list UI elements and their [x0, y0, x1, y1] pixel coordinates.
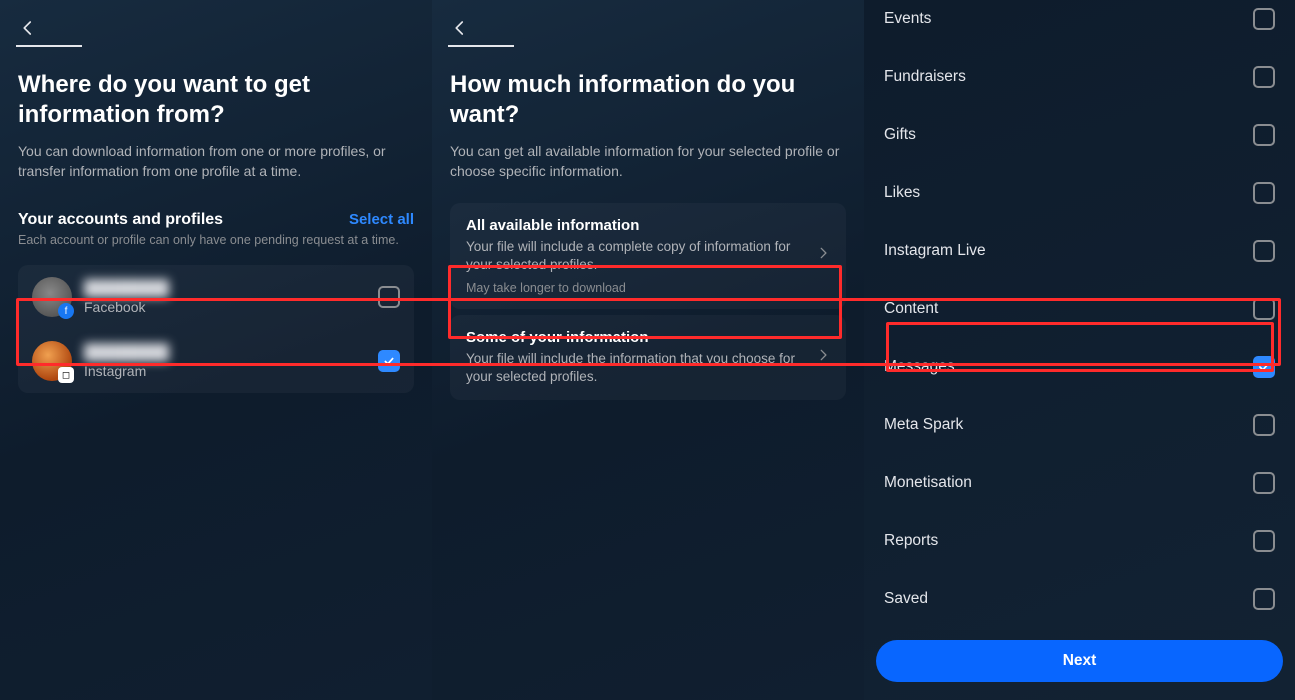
category-checkbox[interactable]: [1253, 298, 1275, 320]
category-row[interactable]: Events: [864, 0, 1295, 48]
category-label: Saved: [884, 590, 928, 608]
category-row[interactable]: Gifts: [864, 106, 1295, 164]
account-row-instagram[interactable]: ◻ ████████ Instagram: [18, 329, 414, 393]
category-checkbox[interactable]: [1253, 182, 1275, 204]
section-title: Your accounts and profiles: [18, 211, 223, 229]
accounts-card: f ████████ Facebook ◻ ████████ Instagram: [18, 265, 414, 393]
category-list: Events Fundraisers Gifts Likes Instagram Liv…: [864, 0, 1295, 686]
category-checkbox[interactable]: [1253, 472, 1275, 494]
category-checkbox[interactable]: [1253, 356, 1275, 378]
chevron-left-icon: [451, 19, 469, 37]
category-label: Meta Spark: [884, 416, 963, 434]
chevron-left-icon: [19, 19, 37, 37]
category-checkbox[interactable]: [1253, 66, 1275, 88]
category-label: Fundraisers: [884, 68, 966, 86]
option-note: May take longer to download: [466, 281, 804, 295]
account-row-facebook[interactable]: f ████████ Facebook: [18, 265, 414, 329]
section-sub: Each account or profile can only have on…: [18, 233, 414, 247]
account-name: ████████: [84, 280, 366, 297]
avatar: ◻: [32, 341, 72, 381]
category-row[interactable]: Meta Spark: [864, 396, 1295, 454]
progress-indicator: [448, 45, 514, 47]
category-row[interactable]: Reports: [864, 512, 1295, 570]
account-checkbox[interactable]: [378, 286, 400, 308]
panel-how-much-info: How much information do you want? You ca…: [432, 0, 864, 700]
panel-select-profile: Where do you want to get information fro…: [0, 0, 432, 700]
panel-categories: Events Fundraisers Gifts Likes Instagram Liv…: [864, 0, 1295, 700]
category-label: Events: [884, 10, 931, 28]
account-platform: Facebook: [84, 299, 366, 315]
next-button[interactable]: Next: [876, 640, 1283, 682]
page-desc: You can get all available information fo…: [450, 142, 846, 181]
page-title: How much information do you want?: [450, 70, 846, 130]
category-label: Likes: [884, 184, 920, 202]
instagram-badge-icon: ◻: [58, 367, 74, 383]
option-sub: Your file will include the information t…: [466, 350, 804, 386]
option-title: Some of your information: [466, 329, 804, 346]
category-label: Gifts: [884, 126, 916, 144]
category-row[interactable]: Saved: [864, 570, 1295, 628]
account-name: ████████: [84, 344, 366, 361]
account-platform: Instagram: [84, 363, 366, 379]
avatar: f: [32, 277, 72, 317]
category-label: Messages: [884, 358, 955, 376]
progress-indicator: [16, 45, 82, 47]
category-checkbox[interactable]: [1253, 588, 1275, 610]
category-row[interactable]: Monetisation: [864, 454, 1295, 512]
select-all-link[interactable]: Select all: [349, 211, 414, 228]
option-all-info[interactable]: All available information Your file will…: [450, 203, 846, 308]
chevron-right-icon: [816, 348, 830, 367]
option-sub: Your file will include a complete copy o…: [466, 238, 804, 274]
category-checkbox[interactable]: [1253, 8, 1275, 30]
category-row[interactable]: Likes: [864, 164, 1295, 222]
category-checkbox[interactable]: [1253, 240, 1275, 262]
category-row[interactable]: Fundraisers: [864, 48, 1295, 106]
category-row[interactable]: Instagram Live: [864, 222, 1295, 280]
option-some-info[interactable]: Some of your information Your file will …: [450, 315, 846, 400]
option-title: All available information: [466, 217, 804, 234]
back-button[interactable]: [14, 14, 42, 42]
facebook-badge-icon: f: [58, 303, 74, 319]
category-checkbox[interactable]: [1253, 124, 1275, 146]
category-checkbox[interactable]: [1253, 530, 1275, 552]
category-label: Content: [884, 300, 938, 318]
page-desc: You can download information from one or…: [18, 142, 414, 181]
check-icon: [382, 354, 396, 368]
category-label: Instagram Live: [884, 242, 986, 260]
chevron-right-icon: [816, 246, 830, 265]
category-checkbox[interactable]: [1253, 414, 1275, 436]
back-button[interactable]: [446, 14, 474, 42]
category-label: Monetisation: [884, 474, 972, 492]
category-row[interactable]: Content: [864, 280, 1295, 338]
category-label: Reports: [884, 532, 938, 550]
check-icon: [1257, 360, 1271, 374]
page-title: Where do you want to get information fro…: [18, 70, 414, 130]
account-checkbox[interactable]: [378, 350, 400, 372]
category-row[interactable]: Messages: [864, 338, 1295, 396]
